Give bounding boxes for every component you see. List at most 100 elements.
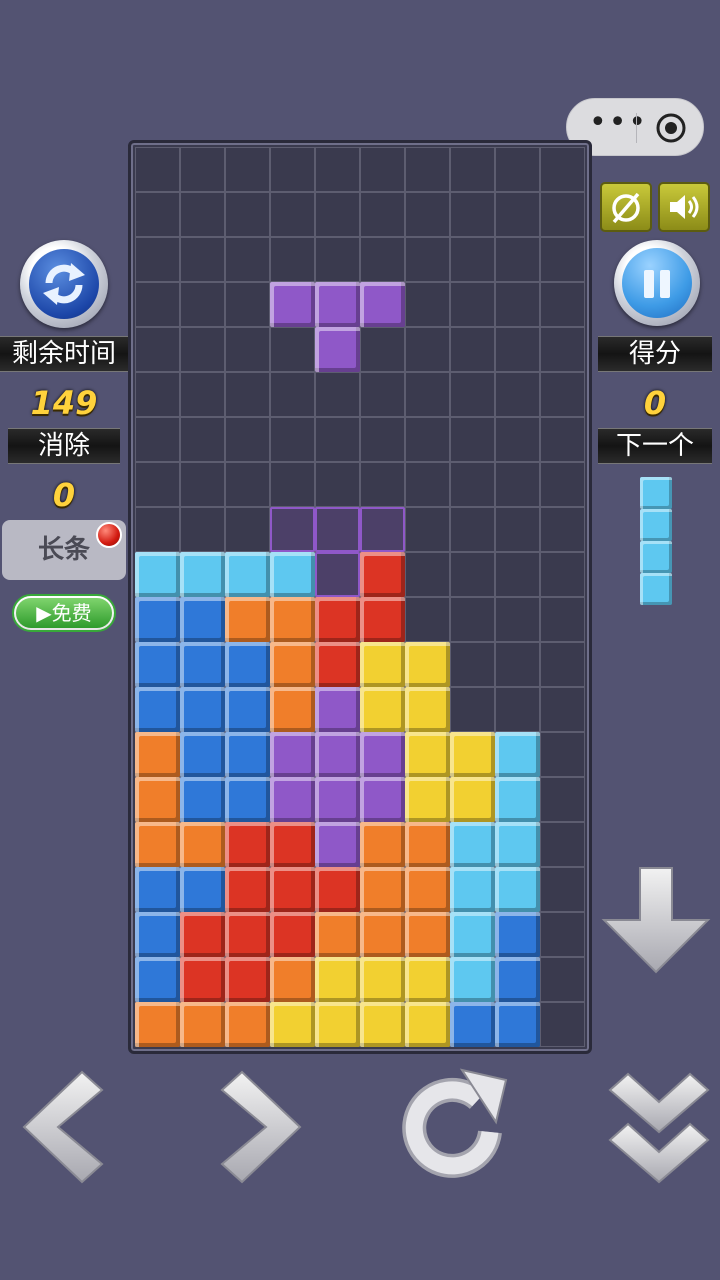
target-circle-icon[interactable] [655, 112, 687, 144]
board-cell [540, 192, 585, 237]
free-button[interactable]: ▶免费 [12, 594, 116, 632]
game-board[interactable] [135, 147, 585, 1047]
stacked-block [360, 777, 405, 822]
board-cell [495, 417, 540, 462]
board-cell [135, 417, 180, 462]
stacked-block [270, 1002, 315, 1047]
stacked-block [135, 597, 180, 642]
stacked-block [450, 1002, 495, 1047]
board-cell [495, 507, 540, 552]
stacked-block [495, 957, 540, 1002]
arrow-down-icon[interactable] [600, 864, 712, 976]
board-cell [495, 237, 540, 282]
stacked-block [180, 552, 225, 597]
board-cell [135, 462, 180, 507]
stacked-block [495, 777, 540, 822]
music-toggle-button[interactable] [600, 182, 652, 232]
speaker-icon [670, 195, 699, 219]
stacked-block [495, 867, 540, 912]
board-cell [270, 462, 315, 507]
board-cell [360, 417, 405, 462]
board-cell [405, 507, 450, 552]
stacked-block [135, 552, 180, 597]
stacked-block [225, 552, 270, 597]
stacked-block [495, 912, 540, 957]
double-chevron-down-icon[interactable] [606, 1068, 712, 1186]
stacked-block [135, 822, 180, 867]
board-cell [135, 237, 180, 282]
score-label: 得分 [598, 336, 712, 372]
stacked-block [405, 957, 450, 1002]
refresh-button[interactable] [20, 240, 108, 328]
board-cell [360, 237, 405, 282]
board-cell [540, 597, 585, 642]
board-cell [180, 507, 225, 552]
ghost-piece-block [360, 507, 405, 552]
board-cell [360, 327, 405, 372]
stacked-block [405, 822, 450, 867]
arrow-right-icon[interactable] [218, 1068, 304, 1186]
board-cell [225, 462, 270, 507]
board-cell [540, 282, 585, 327]
board-cell [180, 192, 225, 237]
stacked-block [405, 867, 450, 912]
time-value: 149 [30, 384, 98, 422]
pause-button[interactable] [614, 240, 700, 326]
board-cell [540, 507, 585, 552]
stacked-block [225, 777, 270, 822]
board-cell [450, 552, 495, 597]
board-cell [540, 957, 585, 1002]
arrow-left-icon[interactable] [20, 1068, 106, 1186]
board-cell [315, 417, 360, 462]
stacked-block [360, 867, 405, 912]
stacked-block [360, 912, 405, 957]
stacked-block [405, 912, 450, 957]
board-cell [405, 282, 450, 327]
time-label: 剩余时间 [0, 336, 128, 372]
board-cell [495, 282, 540, 327]
stacked-block [450, 957, 495, 1002]
score-value: 0 [643, 384, 667, 422]
board-cell [540, 237, 585, 282]
rotate-icon[interactable] [400, 1066, 512, 1184]
board-cell [450, 192, 495, 237]
board-cell [180, 147, 225, 192]
board-cell [450, 147, 495, 192]
board-cell [360, 372, 405, 417]
notification-dot [96, 522, 122, 548]
board-cell [405, 597, 450, 642]
sound-toggle-button[interactable] [658, 182, 710, 232]
board-cell [540, 822, 585, 867]
board-cell [225, 147, 270, 192]
stacked-block [180, 777, 225, 822]
more-dots-icon[interactable]: ••• [589, 105, 648, 140]
stacked-block [270, 687, 315, 732]
board-cell [225, 282, 270, 327]
board-cell [135, 147, 180, 192]
stacked-block [135, 687, 180, 732]
board-cell [180, 372, 225, 417]
stacked-block [450, 777, 495, 822]
falling-piece-block [315, 327, 360, 372]
stacked-block [360, 552, 405, 597]
stacked-block [405, 732, 450, 777]
stacked-block [315, 732, 360, 777]
board-cell [360, 462, 405, 507]
board-cell [315, 372, 360, 417]
board-cell [180, 282, 225, 327]
board-cell [495, 327, 540, 372]
stacked-block [180, 642, 225, 687]
stacked-block [270, 597, 315, 642]
board-cell [405, 552, 450, 597]
board-cell [180, 462, 225, 507]
next-piece-block [640, 477, 672, 509]
stacked-block [135, 642, 180, 687]
board-cell [540, 732, 585, 777]
stacked-block [270, 822, 315, 867]
board-cell [270, 147, 315, 192]
stacked-block [315, 597, 360, 642]
stacked-block [270, 642, 315, 687]
stacked-block [180, 957, 225, 1002]
board-cell [405, 237, 450, 282]
board-cell [450, 597, 495, 642]
